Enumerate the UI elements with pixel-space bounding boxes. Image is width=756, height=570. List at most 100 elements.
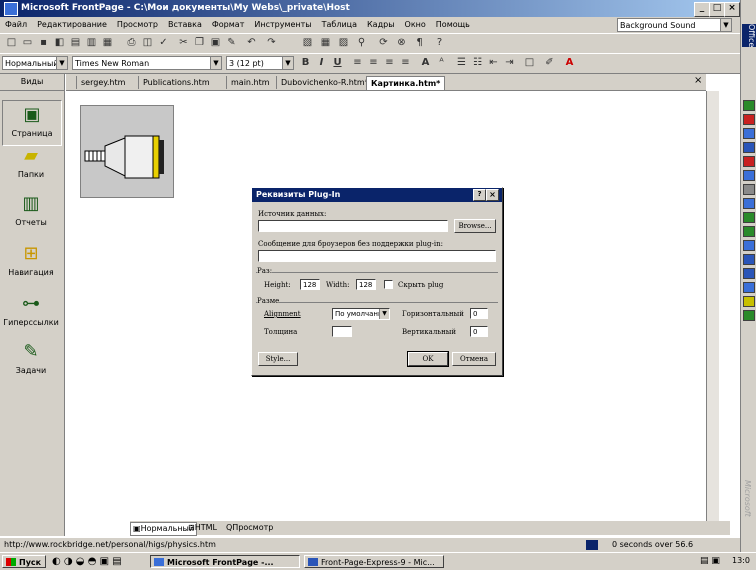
spelling-icon[interactable]: ✓ — [156, 36, 171, 50]
office-app-icon[interactable] — [743, 254, 755, 265]
help-icon[interactable]: ? — [432, 36, 447, 50]
tab-sergey[interactable]: sergey.htm — [76, 76, 129, 89]
border-icon[interactable]: □ — [522, 56, 537, 70]
insert-component-icon[interactable]: ▧ — [300, 36, 315, 50]
office-app-icon[interactable] — [743, 198, 755, 209]
cancel-button[interactable]: Отмена — [452, 352, 496, 366]
office-app-icon[interactable] — [743, 170, 755, 181]
save-icon[interactable]: ▪ — [36, 36, 51, 50]
hide-plugin-checkbox[interactable] — [384, 280, 393, 289]
style-combo[interactable]: Нормальный ▼ — [2, 56, 68, 70]
plugin-image[interactable] — [80, 105, 174, 198]
menu-view[interactable]: Просмотр — [112, 17, 163, 33]
quicklaunch-icons[interactable]: ◐ ◑ ◒ ◓ ▣ ▤ — [52, 556, 122, 567]
menu-file[interactable]: Файл — [0, 17, 32, 33]
folder-list-icon[interactable]: ▤ — [68, 36, 83, 50]
style-button[interactable]: Style... — [258, 352, 298, 366]
office-app-icon[interactable] — [743, 156, 755, 167]
menu-format[interactable]: Формат — [207, 17, 249, 33]
tab-dubovichenko[interactable]: Dubovichenko-R.htm* — [276, 76, 373, 89]
decrease-font-icon[interactable]: ᴬ — [434, 56, 449, 70]
preview-icon[interactable]: ◫ — [140, 36, 155, 50]
increase-indent-icon[interactable]: ⇥ — [502, 56, 517, 70]
tab-normal[interactable]: ▣Нормальный — [130, 522, 198, 536]
bold-button[interactable]: B — [298, 56, 313, 70]
view-reports[interactable]: ▥ Отчеты — [2, 190, 60, 234]
view-page[interactable]: ▣ Страница — [2, 100, 62, 146]
source-input[interactable] — [258, 220, 448, 232]
font-color-icon[interactable]: A — [562, 56, 577, 70]
hyperlinks-icon[interactable]: ▦ — [100, 36, 115, 50]
background-sound-combo[interactable]: Background Sound ▼ — [617, 18, 732, 32]
redo-icon[interactable]: ↷ — [264, 36, 279, 50]
office-app-icon[interactable] — [743, 184, 755, 195]
underline-button[interactable]: U — [330, 56, 345, 70]
minimize-button[interactable]: _ — [694, 2, 710, 17]
menu-tools[interactable]: Инструменты — [249, 17, 316, 33]
office-app-icon[interactable] — [743, 114, 755, 125]
menu-frames[interactable]: Кадры — [362, 17, 400, 33]
paste-icon[interactable]: ▣ — [208, 36, 223, 50]
insert-table-icon[interactable]: ▦ — [318, 36, 333, 50]
horizontal-spacing-input[interactable]: 0 — [470, 308, 488, 319]
start-button[interactable]: Пуск — [2, 555, 46, 568]
align-right-icon[interactable]: ≡ — [382, 56, 397, 70]
stop-icon[interactable]: ⊗ — [394, 36, 409, 50]
view-tasks[interactable]: ✎ Задачи — [2, 338, 60, 382]
office-app-icon[interactable] — [743, 282, 755, 293]
print-icon[interactable]: ⎙ — [124, 36, 139, 50]
align-left-icon[interactable]: ≡ — [350, 56, 365, 70]
copy-icon[interactable]: ❐ — [192, 36, 207, 50]
office-app-icon[interactable] — [743, 226, 755, 237]
task-frontpage[interactable]: Microsoft FrontPage -... — [150, 555, 300, 568]
navigation-icon[interactable]: ▥ — [84, 36, 99, 50]
tab-html[interactable]: ⊡HTML — [188, 522, 217, 534]
office-app-icon[interactable] — [743, 240, 755, 251]
message-input[interactable] — [258, 250, 496, 262]
office-app-icon[interactable] — [743, 142, 755, 153]
menu-window[interactable]: Окно — [400, 17, 431, 33]
bulleted-list-icon[interactable]: ☷ — [470, 56, 485, 70]
font-combo[interactable]: Times New Roman ▼ — [72, 56, 222, 70]
view-hyperlinks[interactable]: ⊶ Гиперссылки — [2, 290, 60, 334]
new-page-icon[interactable]: □ — [4, 36, 19, 50]
office-app-icon[interactable] — [743, 296, 755, 307]
maximize-button[interactable]: □ — [709, 2, 725, 17]
tray-icons[interactable]: ▤ ▣ — [700, 556, 720, 566]
close-button[interactable]: × — [724, 2, 740, 17]
menu-insert[interactable]: Вставка — [163, 17, 207, 33]
vertical-spacing-input[interactable]: 0 — [470, 326, 488, 337]
insert-picture-icon[interactable]: ▨ — [336, 36, 351, 50]
alignment-select[interactable]: По умолчани ▼ — [332, 308, 390, 320]
office-app-icon[interactable] — [743, 212, 755, 223]
ok-button[interactable]: OK — [407, 351, 449, 367]
highlight-icon[interactable]: ✐ — [542, 56, 557, 70]
task-frontpage-express[interactable]: Front-Page-Express-9 - Mic... — [304, 555, 444, 568]
close-tab-icon[interactable]: × — [694, 75, 702, 86]
menu-help[interactable]: Помощь — [431, 17, 475, 33]
undo-icon[interactable]: ↶ — [244, 36, 259, 50]
open-icon[interactable]: ▭ — [20, 36, 35, 50]
view-navigation[interactable]: ⊞ Навигация — [2, 240, 60, 284]
frontpage-app-icon[interactable] — [4, 2, 18, 16]
office-app-icon[interactable] — [743, 128, 755, 139]
italic-button[interactable]: I — [314, 56, 329, 70]
width-input[interactable]: 128 — [356, 279, 376, 290]
dialog-help-button[interactable]: ? — [473, 189, 486, 201]
decrease-indent-icon[interactable]: ⇤ — [486, 56, 501, 70]
dialog-close-button[interactable]: × — [486, 189, 499, 201]
office-app-icon[interactable] — [743, 268, 755, 279]
hyperlink-icon[interactable]: ⚲ — [354, 36, 369, 50]
tab-preview[interactable]: QПросмотр — [226, 522, 273, 534]
office-app-icon[interactable] — [743, 100, 755, 111]
publish-icon[interactable]: ◧ — [52, 36, 67, 50]
office-app-icon[interactable] — [743, 310, 755, 321]
refresh-icon[interactable]: ⟳ — [376, 36, 391, 50]
view-folders[interactable]: ▰ Папки — [2, 142, 60, 186]
tab-main[interactable]: main.htm — [226, 76, 274, 89]
menu-edit[interactable]: Редактирование — [32, 17, 112, 33]
justify-icon[interactable]: ≡ — [398, 56, 413, 70]
increase-font-icon[interactable]: A — [418, 56, 433, 70]
font-size-combo[interactable]: 3 (12 pt) ▼ — [226, 56, 294, 70]
format-painter-icon[interactable]: ✎ — [224, 36, 239, 50]
